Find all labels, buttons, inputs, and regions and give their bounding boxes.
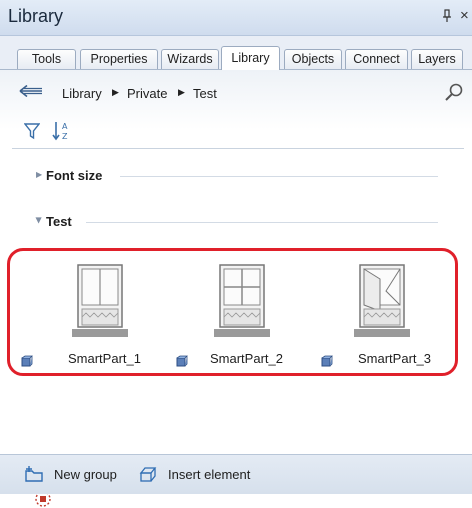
item-label: SmartPart_1 [68, 351, 141, 366]
smartpart-icon [176, 355, 188, 367]
list-item[interactable]: SmartPart_1 [10, 251, 150, 379]
tab-tools[interactable]: Tools [17, 49, 76, 69]
item-label: SmartPart_2 [210, 351, 283, 366]
group-divider [120, 176, 438, 177]
breadcrumb-library[interactable]: Library [62, 86, 102, 101]
new-group-icon[interactable] [24, 465, 44, 483]
breadcrumb-test[interactable]: Test [193, 86, 217, 101]
sort-az-icon[interactable]: A Z [52, 120, 72, 142]
window-four-pane-icon [214, 264, 270, 337]
breadcrumb-separator-icon: ▶ [178, 87, 185, 97]
window-double-hung-icon [72, 264, 128, 337]
group-divider [86, 222, 438, 223]
insert-element-button[interactable]: Insert element [168, 467, 250, 482]
tab-library[interactable]: Library [221, 46, 280, 70]
group-header-test[interactable]: ▶ Test [0, 212, 472, 232]
window-title: Library [8, 6, 64, 26]
filter-icon[interactable] [24, 122, 40, 140]
new-group-button[interactable]: New group [54, 467, 117, 482]
group-label: Font size [46, 168, 103, 183]
tab-strip: Tools Properties Wizards Library Objects… [0, 36, 472, 70]
back-arrow-icon[interactable] [18, 84, 44, 98]
close-icon[interactable]: × [460, 7, 469, 24]
list-item[interactable]: SmartPart_3 [302, 251, 442, 379]
collapsed-triangle-icon: ▶ [36, 170, 43, 179]
tab-objects[interactable]: Objects [284, 49, 342, 69]
search-icon[interactable] [444, 82, 464, 102]
svg-text:A: A [62, 122, 68, 131]
tab-wizards[interactable]: Wizards [161, 49, 219, 69]
tab-properties[interactable]: Properties [80, 49, 158, 69]
highlight-frame: SmartPart_1 SmartPart_2 SmartPart_3 [7, 248, 458, 376]
svg-text:Z: Z [62, 132, 68, 141]
breadcrumb-private[interactable]: Private [127, 86, 167, 101]
group-header-font-size[interactable]: ▶ Font size [0, 166, 472, 186]
window-open-sash-icon [354, 264, 410, 337]
breadcrumb: Library ▶ Private ▶ Test [0, 70, 472, 114]
group-label: Test [46, 214, 72, 229]
item-label: SmartPart_3 [358, 351, 431, 366]
pin-icon[interactable] [442, 9, 452, 26]
list-item[interactable]: SmartPart_2 [158, 251, 298, 379]
tab-layers[interactable]: Layers [411, 49, 463, 69]
bottom-toolbar: New group Insert element [0, 454, 472, 494]
library-panel: Library ▶ Private ▶ Test A Z ▶ Font size… [0, 70, 472, 507]
insert-element-icon[interactable] [138, 465, 158, 483]
title-bar: Library × [0, 0, 472, 36]
smartpart-icon [21, 355, 33, 367]
breadcrumb-separator-icon: ▶ [112, 87, 119, 97]
tab-connect[interactable]: Connect [345, 49, 408, 69]
toolbar-divider [12, 148, 464, 149]
expanded-triangle-icon: ▶ [34, 217, 44, 224]
smartpart-icon [321, 355, 333, 367]
